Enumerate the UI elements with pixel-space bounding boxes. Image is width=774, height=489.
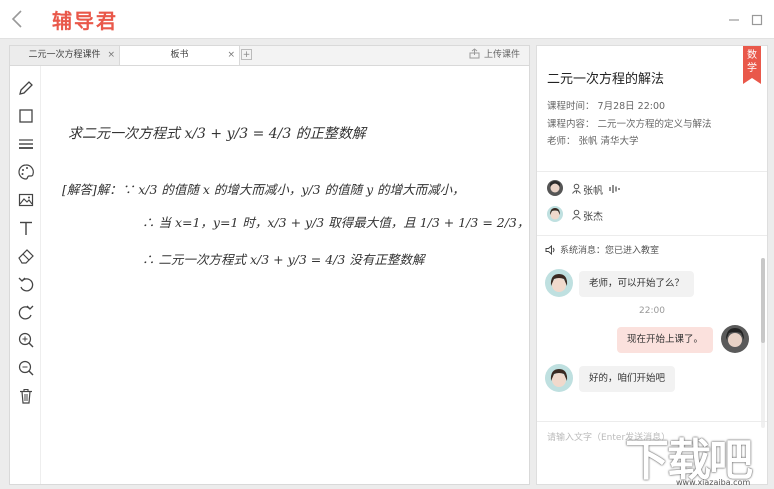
- zoom-out-icon: [18, 360, 34, 376]
- voice-icon: [609, 185, 620, 193]
- tab-label: 板书: [170, 50, 189, 60]
- chat-message: 老师，可以开始了么？: [579, 271, 695, 297]
- trash-icon: [20, 388, 32, 404]
- text-icon: [20, 221, 32, 235]
- course-title: 二元一次方程的解法: [547, 72, 665, 87]
- member-list: 张帆 张杰: [537, 172, 767, 236]
- course-time: 课程时间： 7月28日 22:00: [547, 101, 666, 112]
- palette-icon: [18, 164, 34, 180]
- rectangle-tool[interactable]: [17, 107, 35, 125]
- tab-courseware[interactable]: 二元一次方程课件 ×: [10, 46, 120, 65]
- upload-courseware-button[interactable]: 上传课件: [469, 46, 520, 65]
- color-tool[interactable]: [17, 163, 35, 181]
- redo-icon: [18, 305, 34, 320]
- close-icon[interactable]: ×: [107, 46, 115, 65]
- close-icon[interactable]: ×: [227, 46, 235, 65]
- teacher-icon: [572, 183, 581, 194]
- tab-label: 二元一次方程课件: [28, 50, 101, 60]
- add-tab-button[interactable]: +: [241, 49, 252, 60]
- member-name: 张杰: [583, 212, 603, 223]
- line-width-tool[interactable]: [17, 135, 35, 153]
- avatar: [547, 206, 563, 222]
- app-logo: 辅导君: [52, 9, 118, 33]
- back-button[interactable]: [8, 8, 28, 30]
- avatar: [721, 325, 749, 353]
- watermark-url: www.xiazaiba.com: [676, 478, 751, 487]
- zoom-in-icon: [18, 332, 34, 348]
- handwriting-line-1: 求二元一次方程式 x/3 + y/3 = 4/3 的正整数解: [68, 126, 368, 142]
- speaker-icon: [545, 244, 555, 256]
- rectangle-icon: [19, 109, 33, 123]
- handwriting-line-2: [解答]解：∵ x/3 的值随 x 的增大而减小，y/3 的值随 y 的增大而减…: [62, 182, 465, 197]
- chat-timestamp: 22:00: [639, 306, 665, 316]
- maximize-button[interactable]: [750, 12, 764, 26]
- image-tool[interactable]: [17, 191, 35, 209]
- text-tool[interactable]: [17, 219, 35, 237]
- upload-icon: [469, 48, 480, 59]
- course-content: 课程内容： 二元一次方程的定义与解法: [547, 119, 712, 130]
- chat-scrollbar[interactable]: [761, 258, 765, 428]
- drawing-toolbar: [10, 66, 41, 484]
- chat-panel: 系统消息：您已进入教室 老师，可以开始了么？ 22:00 现在开始上课了。 好的…: [537, 236, 767, 431]
- undo-icon: [18, 277, 34, 292]
- maximize-icon: [751, 14, 763, 26]
- whiteboard-canvas[interactable]: 求二元一次方程式 x/3 + y/3 = 4/3 的正整数解 [解答]解：∵ x…: [46, 66, 526, 484]
- title-bar: 辅导君: [0, 0, 774, 39]
- upload-label: 上传课件: [483, 50, 520, 60]
- whiteboard[interactable]: 求二元一次方程式 x/3 + y/3 = 4/3 的正整数解 [解答]解：∵ x…: [9, 65, 530, 485]
- handwriting-line-4: ∴ 二元一次方程式 x/3 + y/3 = 4/3 没有正整数解: [142, 252, 427, 267]
- scrollbar-thumb[interactable]: [761, 258, 765, 343]
- course-teacher: 老师： 张帆 清华大学: [547, 136, 639, 147]
- zoom-in-tool[interactable]: [17, 331, 35, 349]
- minimize-button[interactable]: [727, 12, 741, 26]
- tab-blackboard[interactable]: 板书 ×: [120, 46, 240, 65]
- member-name: 张帆: [583, 186, 603, 197]
- tab-bar: 二元一次方程课件 × 板书 × + 上传课件: [9, 45, 530, 65]
- course-info: 数学 二元一次方程的解法 课程时间： 7月28日 22:00 课程内容： 二元一…: [537, 46, 767, 172]
- side-panel: 数学 二元一次方程的解法 课程时间： 7月28日 22:00 课程内容： 二元一…: [536, 45, 768, 485]
- avatar: [545, 364, 573, 392]
- pencil-tool[interactable]: [17, 79, 35, 97]
- eraser-icon: [18, 249, 34, 264]
- avatar: [547, 180, 563, 196]
- chat-message: 现在开始上课了。: [617, 327, 714, 353]
- redo-tool[interactable]: [17, 303, 35, 321]
- avatar: [545, 269, 573, 297]
- chevron-left-icon: [11, 10, 22, 28]
- student-icon: [572, 209, 581, 220]
- eraser-tool[interactable]: [17, 247, 35, 265]
- clear-tool[interactable]: [17, 387, 35, 405]
- image-icon: [18, 193, 34, 207]
- lines-icon: [19, 139, 33, 149]
- pencil-icon: [19, 81, 33, 95]
- system-message: 系统消息：您已进入教室: [545, 243, 659, 256]
- system-message-text: 系统消息：您已进入教室: [560, 246, 660, 256]
- handwriting-line-3: ∴ 当 x=1，y=1 时，x/3 + y/3 取得最大值，且 1/3 + 1/…: [142, 215, 526, 230]
- zoom-out-tool[interactable]: [17, 359, 35, 377]
- subject-badge: 数学: [743, 46, 761, 84]
- chat-message: 好的，咱们开始吧: [579, 366, 676, 392]
- minimize-icon: [729, 19, 739, 21]
- undo-tool[interactable]: [17, 275, 35, 293]
